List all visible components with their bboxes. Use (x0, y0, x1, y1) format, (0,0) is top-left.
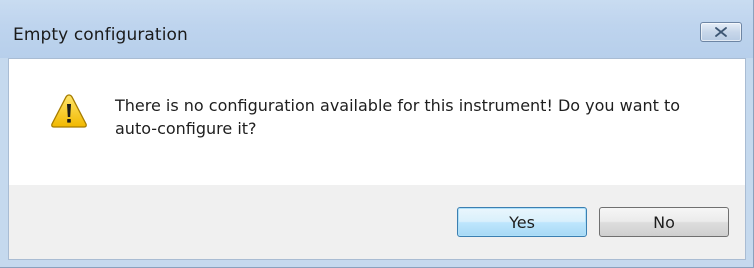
dialog-message: There is no configuration available for … (115, 96, 681, 138)
message-area: There is no configuration available for … (9, 59, 745, 185)
dialog-title: Empty configuration (13, 25, 188, 45)
dialog-body: There is no configuration available for … (8, 58, 746, 260)
dialog-window: Empty configuration There is no configur… (0, 0, 754, 268)
warning-icon (51, 94, 87, 128)
yes-button[interactable]: Yes (457, 207, 587, 237)
close-icon (715, 27, 727, 37)
no-button[interactable]: No (599, 207, 729, 237)
close-button[interactable] (700, 22, 742, 42)
title-bar[interactable]: Empty configuration (0, 0, 753, 58)
